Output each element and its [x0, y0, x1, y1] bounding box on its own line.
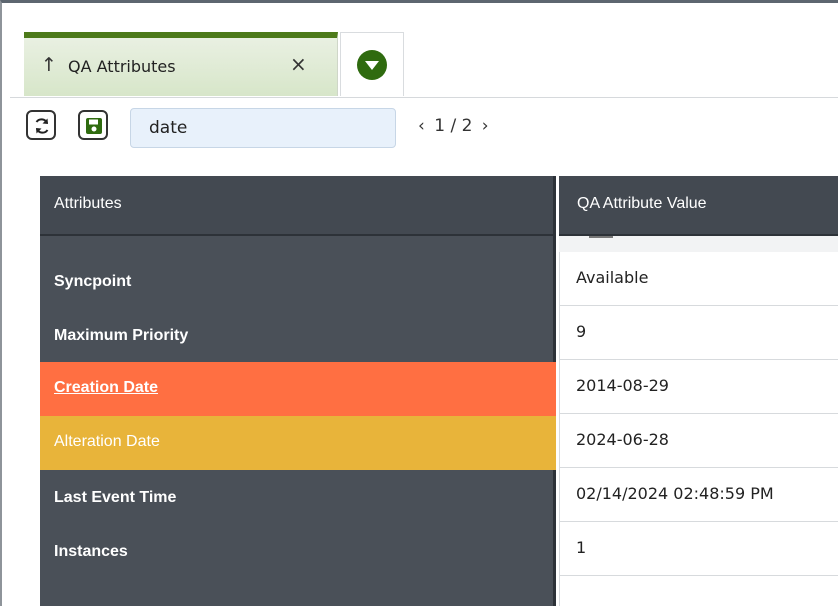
- page-indicator: 1 / 2: [434, 116, 473, 136]
- attribute-name: Last Event Time: [54, 489, 177, 506]
- table-cell[interactable]: 2024-06-28: [559, 414, 838, 468]
- tab-menu-button[interactable]: [340, 32, 404, 96]
- save-icon: [86, 118, 102, 134]
- search-input[interactable]: [130, 108, 396, 148]
- pagination: ‹ 1 / 2 ›: [414, 116, 493, 136]
- table-cell[interactable]: 1: [559, 522, 838, 576]
- table-row[interactable]: Syncpoint: [40, 256, 556, 310]
- table-row[interactable]: Last Event Time: [40, 472, 556, 526]
- values-column: Available 9 2014-08-29 2024-06-28 02/14/…: [559, 234, 838, 606]
- previous-page-button[interactable]: ‹: [414, 116, 429, 136]
- attribute-value: 2014-08-29: [576, 376, 669, 395]
- close-icon[interactable]: ×: [290, 52, 307, 76]
- attribute-value: 02/14/2024 02:48:59 PM: [576, 484, 774, 503]
- table-row[interactable]: Instances: [40, 526, 556, 580]
- tab-qa-attributes[interactable]: ↑ QA Attributes ×: [24, 32, 338, 96]
- next-page-button[interactable]: ›: [478, 116, 493, 136]
- table-row[interactable]: Maximum Priority: [40, 310, 556, 364]
- sort-up-arrow-icon[interactable]: ↑: [41, 54, 57, 76]
- save-button[interactable]: [78, 110, 108, 140]
- refresh-button[interactable]: [26, 110, 56, 140]
- attribute-value: Available: [576, 268, 649, 287]
- attribute-name: Instances: [54, 543, 128, 560]
- refresh-icon: [35, 118, 49, 134]
- table-cell[interactable]: 02/14/2024 02:48:59 PM: [559, 468, 838, 522]
- attribute-name: Maximum Priority: [54, 327, 189, 344]
- table-cell[interactable]: [559, 576, 838, 606]
- chevron-down-circle-icon[interactable]: [357, 50, 387, 80]
- table-row-highlighted[interactable]: Alteration Date: [40, 416, 556, 470]
- tab-bar: ↑ QA Attributes ×: [10, 30, 838, 98]
- table-row-highlighted[interactable]: Creation Date: [40, 362, 556, 416]
- chevron-down-icon: [365, 61, 379, 70]
- toolbar: ‹ 1 / 2 ›: [22, 106, 838, 150]
- attribute-value: 2024-06-28: [576, 430, 669, 449]
- table-cell[interactable]: 2014-08-29: [559, 360, 838, 414]
- attribute-name[interactable]: Creation Date: [54, 379, 158, 397]
- attribute-value: 1: [576, 538, 587, 557]
- column-header-value[interactable]: QA Attribute Value: [559, 176, 838, 234]
- column-header-label: Attributes: [54, 195, 122, 212]
- attribute-name: Syncpoint: [54, 273, 132, 290]
- table-cell[interactable]: Available: [559, 252, 838, 306]
- attribute-name: Alteration Date: [54, 433, 160, 450]
- column-header-label: QA Attribute Value: [577, 195, 707, 212]
- attributes-table: Attributes QA Attribute Value Syncpoint …: [40, 176, 838, 606]
- column-header-attributes[interactable]: Attributes: [40, 176, 556, 234]
- attribute-value: 9: [576, 322, 587, 341]
- tab-label: QA Attributes: [68, 57, 176, 76]
- clipped-row-fragment: [589, 236, 613, 240]
- table-cell[interactable]: 9: [559, 306, 838, 360]
- attributes-column: Syncpoint Maximum Priority Creation Date…: [40, 234, 556, 606]
